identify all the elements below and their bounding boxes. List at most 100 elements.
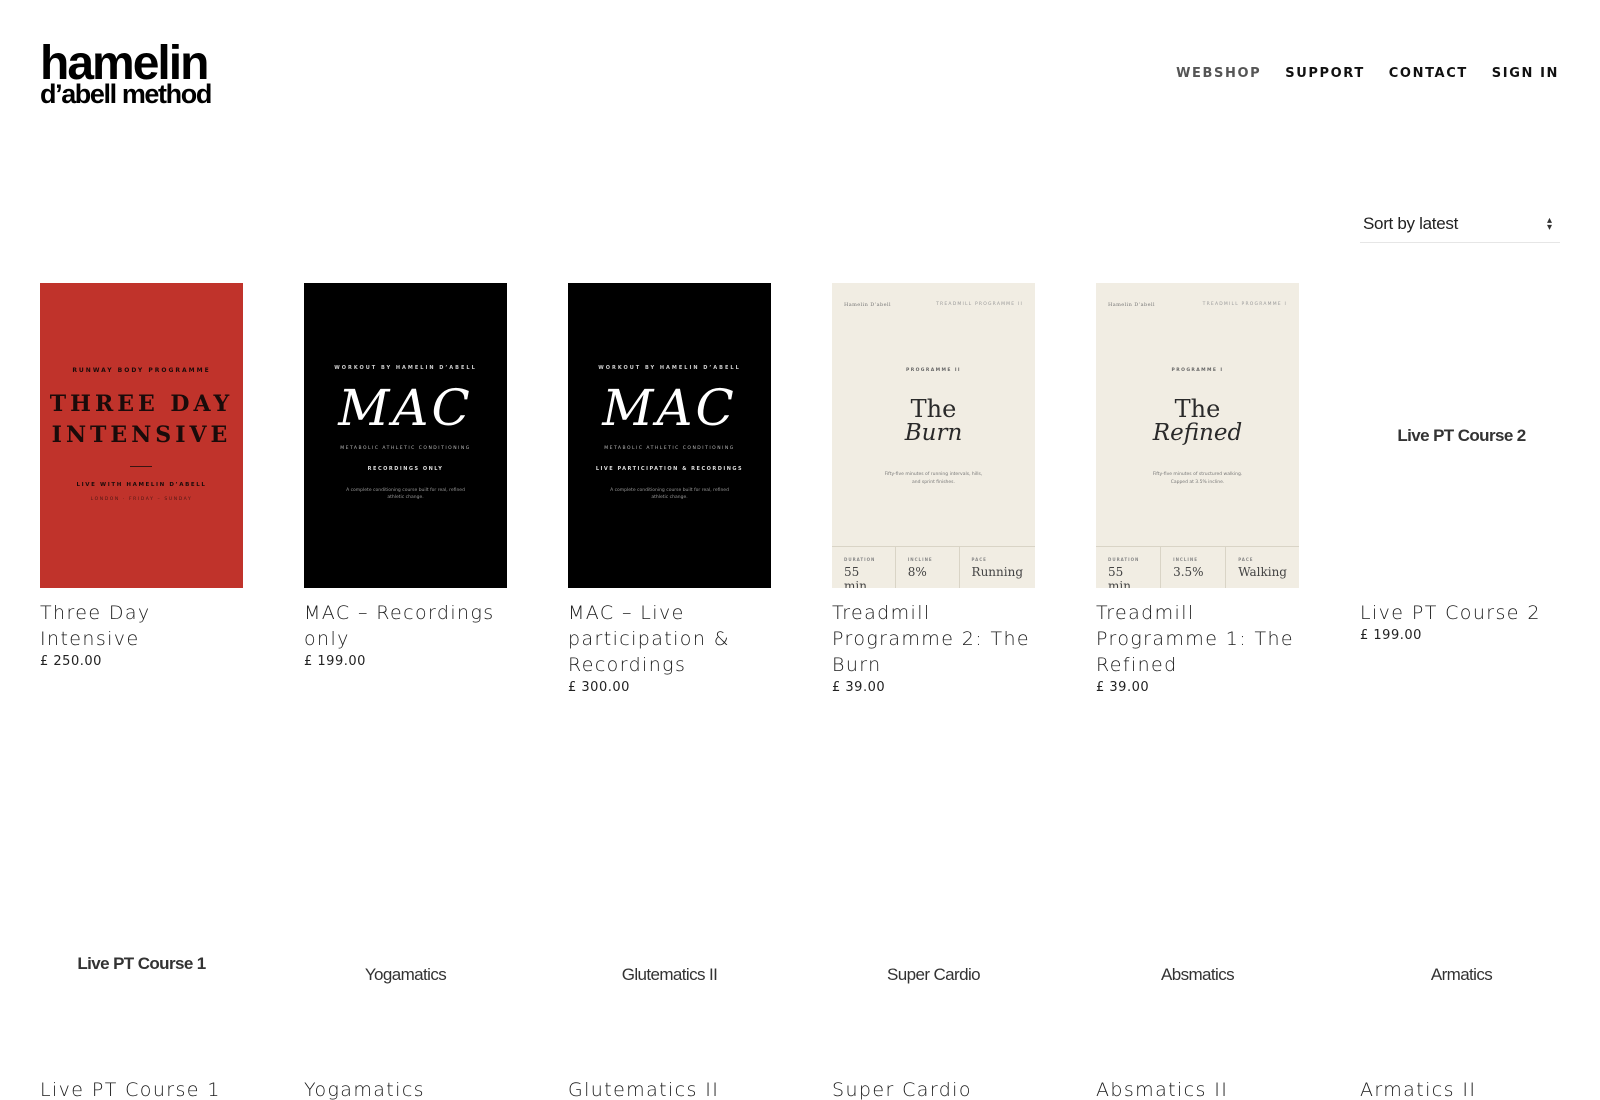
product-image[interactable]: WORKOUT BY HAMELIN D’ABELL MAC METABOLIC… <box>568 283 771 588</box>
cover-title: MAC <box>602 379 737 437</box>
product-title[interactable]: Yogamatics <box>304 1077 425 1100</box>
product-image[interactable]: Live PT Course 1 <box>40 865 243 1085</box>
cover-divider <box>130 466 152 467</box>
cover-label: Absmatics <box>1160 965 1235 984</box>
stat-label: PACE <box>1238 557 1254 562</box>
product-title[interactable]: Treadmill Programme 1: The Refined <box>1096 600 1310 678</box>
cover-kicker: RUNWAY BODY PROGRAMME <box>72 367 211 374</box>
cover-title-line-1: THREE DAY <box>49 391 234 417</box>
cover-stats: DURATION 55 min INCLINE 3.5% PACE Walkin… <box>1096 546 1299 588</box>
site-logo[interactable]: hamelin d’abell method <box>40 40 240 108</box>
product-price: £ 39.00 <box>832 680 886 695</box>
cover-title-line-2: Burn <box>904 420 963 446</box>
cover-stats: DURATION 55 min INCLINE 8% PACE Running <box>832 546 1035 588</box>
cover-stat: PACE Walking <box>1225 547 1299 588</box>
product-card[interactable]: Absmatics Absmatics II <box>1096 865 1310 1100</box>
cover-description: A complete conditioning course built for… <box>346 488 465 500</box>
cover-title-line-1: The <box>1174 395 1221 423</box>
stat-value: Walking <box>1238 565 1287 579</box>
cover-label: Super Cardio <box>887 965 981 984</box>
product-card[interactable]: Yogamatics Yogamatics <box>304 865 518 1100</box>
product-title[interactable]: Armatics II <box>1360 1077 1476 1100</box>
stat-value: 55 min <box>844 565 867 588</box>
logo-line-2: d’abell method <box>40 79 212 109</box>
cover-title: MAC <box>338 379 473 437</box>
product-title[interactable]: Glutematics II <box>568 1077 719 1100</box>
cover-stat: PACE Running <box>958 547 1035 588</box>
cover-subtitle: METABOLIC ATHLETIC CONDITIONING <box>604 446 735 451</box>
product-image[interactable]: Absmatics <box>1096 865 1299 1085</box>
product-card[interactable]: Super Cardio Super Cardio <box>832 865 1046 1100</box>
cover-brand: Hamelin D’abell <box>1108 302 1155 308</box>
product-image[interactable]: RUNWAY BODY PROGRAMME THREE DAY INTENSIV… <box>40 283 243 588</box>
cover-label: Yogamatics <box>364 965 447 984</box>
cover-title-line-2: INTENSIVE <box>51 422 232 448</box>
product-title[interactable]: Live PT Course 1 <box>40 1077 221 1100</box>
product-price: £ 250.00 <box>40 654 102 669</box>
product-image[interactable]: Armatics <box>1360 865 1563 1085</box>
product-title[interactable]: Three Day Intensive <box>40 600 254 652</box>
cover-description: Fifty-five minutes of running intervals,… <box>884 472 983 485</box>
product-price: £ 199.00 <box>1360 628 1422 643</box>
product-card[interactable]: WORKOUT BY HAMELIN D’ABELL MAC METABOLIC… <box>304 283 518 669</box>
product-card[interactable]: Live PT Course 1 Live PT Course 1 <box>40 865 254 1100</box>
cover-kicker: WORKOUT BY HAMELIN D’ABELL <box>334 365 477 371</box>
product-card[interactable]: Armatics Armatics II <box>1360 865 1574 1100</box>
product-title[interactable]: Live PT Course 2 <box>1360 600 1574 626</box>
sort-select-value: Sort by latest <box>1363 213 1459 233</box>
product-card[interactable]: WORKOUT BY HAMELIN D’ABELL MAC METABOLIC… <box>568 283 782 695</box>
product-card[interactable]: Live PT Course 2 Live PT Course 2 £ 199.… <box>1360 283 1574 643</box>
cover-subtitle-2: RECORDINGS ONLY <box>367 466 444 472</box>
product-title[interactable]: MAC – Recordings only <box>304 600 518 652</box>
product-image[interactable]: Glutematics II <box>568 865 771 1085</box>
product-image[interactable]: Live PT Course 2 <box>1360 283 1563 588</box>
product-card[interactable]: Hamelin D’abell TREADMILL PROGRAMME I PR… <box>1096 283 1310 695</box>
product-image[interactable]: Hamelin D’abell TREADMILL PROGRAMME I PR… <box>1096 283 1299 588</box>
nav-sign-in[interactable]: SIGN IN <box>1492 66 1559 81</box>
cover-stat: DURATION 55 min <box>1096 547 1160 588</box>
main-nav: WEBSHOP SUPPORT CONTACT SIGN IN <box>1176 66 1559 81</box>
stat-value: 3.5% <box>1173 565 1204 579</box>
product-image[interactable]: Super Cardio <box>832 865 1035 1085</box>
cover-stat: DURATION 55 min <box>832 547 895 588</box>
cover-subtitle-2: LIVE PARTICIPATION & RECORDINGS <box>595 466 744 472</box>
cover-label: Live PT Course 2 <box>1397 425 1526 445</box>
stat-label: INCLINE <box>907 557 933 562</box>
product-image[interactable]: Hamelin D’abell TREADMILL PROGRAMME II P… <box>832 283 1035 588</box>
cover-series: TREADMILL PROGRAMME I <box>1202 302 1287 307</box>
cover-brand: Hamelin D’abell <box>844 302 891 308</box>
nav-contact[interactable]: CONTACT <box>1389 66 1468 81</box>
product-image[interactable]: WORKOUT BY HAMELIN D’ABELL MAC METABOLIC… <box>304 283 507 588</box>
cover-kicker: PROGRAMME II <box>906 368 961 373</box>
product-image[interactable]: Yogamatics <box>304 865 507 1085</box>
product-card[interactable]: RUNWAY BODY PROGRAMME THREE DAY INTENSIV… <box>40 283 254 669</box>
product-title[interactable]: MAC – Live participation & Recordings <box>568 600 782 678</box>
product-title[interactable]: Absmatics II <box>1096 1077 1228 1100</box>
cover-label: Glutematics II <box>621 965 718 984</box>
stat-label: PACE <box>971 557 987 562</box>
product-price: £ 39.00 <box>1096 680 1150 695</box>
cover-subtitle: METABOLIC ATHLETIC CONDITIONING <box>340 446 471 451</box>
stat-label: DURATION <box>844 557 876 562</box>
cover-description: A complete conditioning course built for… <box>610 488 729 500</box>
stat-label: DURATION <box>1108 557 1140 562</box>
cover-kicker: PROGRAMME I <box>1171 368 1224 373</box>
sort-arrows-icon: ▴ ▾ <box>1546 214 1552 233</box>
cover-stat: INCLINE 3.5% <box>1160 547 1225 588</box>
product-price: £ 199.00 <box>304 654 366 669</box>
product-card[interactable]: Hamelin D’abell TREADMILL PROGRAMME II P… <box>832 283 1046 695</box>
product-card[interactable]: Glutematics II Glutematics II <box>568 865 782 1100</box>
stat-value: 55 min <box>1108 565 1131 588</box>
stat-label: INCLINE <box>1173 557 1198 562</box>
cover-title: THREE DAY INTENSIVE <box>40 389 243 451</box>
product-title[interactable]: Super Cardio <box>832 1077 972 1100</box>
cover-subtitle-2: LONDON · FRIDAY – SUNDAY <box>90 497 193 502</box>
cover-subtitle: LIVE WITH HAMELIN D’ABELL <box>76 482 207 488</box>
nav-support[interactable]: SUPPORT <box>1285 66 1365 81</box>
cover-label: Armatics <box>1430 965 1493 984</box>
nav-webshop[interactable]: WEBSHOP <box>1176 66 1261 81</box>
stat-value: Running <box>971 565 1023 579</box>
cover-stat: INCLINE 8% <box>894 547 959 588</box>
sort-select[interactable]: Sort by latest ▴ ▾ <box>1360 211 1560 243</box>
product-title[interactable]: Treadmill Programme 2: The Burn <box>832 600 1046 678</box>
